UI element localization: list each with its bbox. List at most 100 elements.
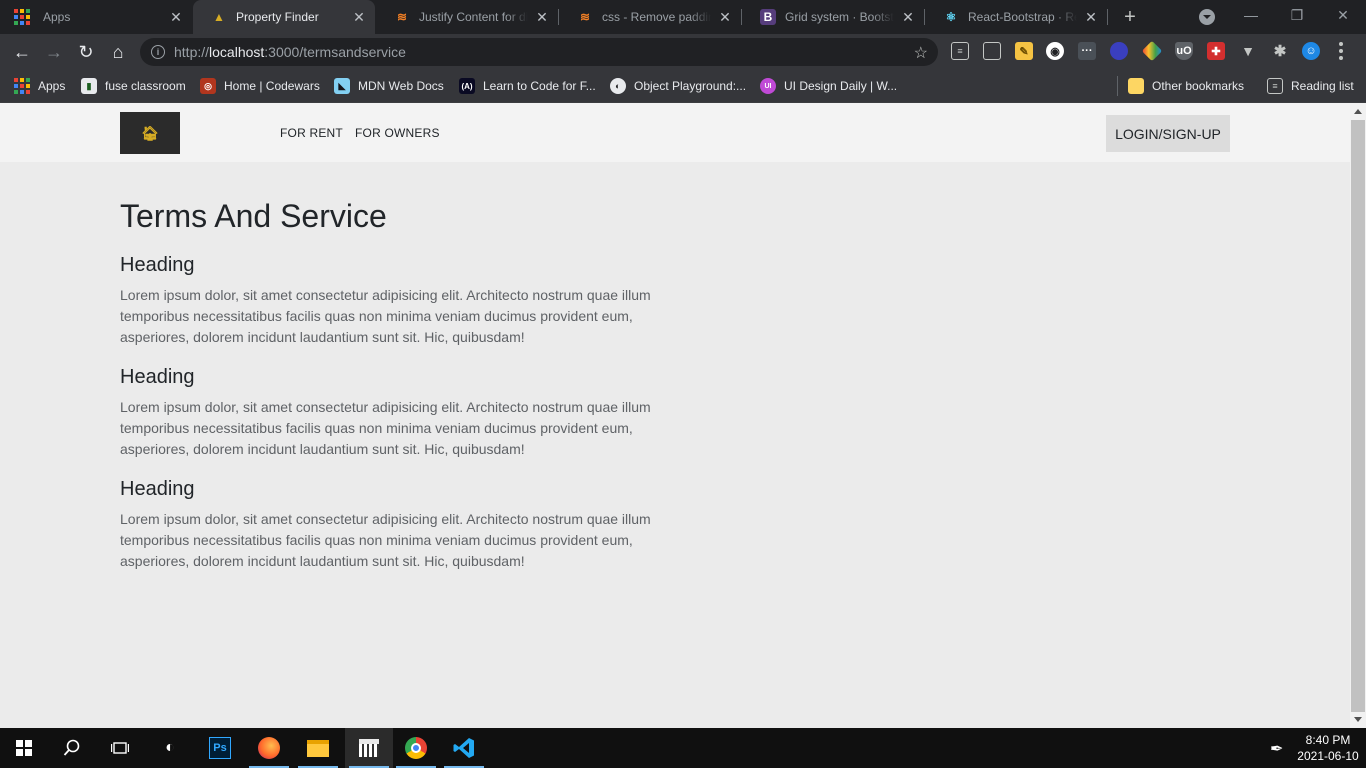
page-viewport: 🏠︎ FOR RENT FOR OWNERS LOGIN/SIGN-UP Ter…	[0, 103, 1350, 728]
bookmark-mdn[interactable]: ◣ MDN Web Docs	[334, 77, 444, 95]
freecodecamp-icon: (A)	[459, 78, 475, 94]
stackoverflow-icon: ≋	[396, 10, 408, 24]
vscode-icon[interactable]	[440, 728, 488, 768]
section-heading: Heading	[120, 366, 195, 388]
bookmark-label: UI Design Daily | W...	[784, 79, 898, 93]
media-app-icon[interactable]	[345, 728, 393, 768]
globe-icon: ◐	[610, 78, 626, 94]
url-text: http://localhost:3000/termsandservice	[174, 44, 406, 60]
bookmark-apps[interactable]: Apps	[14, 77, 65, 95]
scroll-up-icon[interactable]	[1354, 109, 1362, 114]
pen-workspace-icon[interactable]: ✒	[1270, 739, 1283, 759]
chrome-icon[interactable]	[392, 728, 440, 768]
section-body: Lorem ipsum dolor, sit amet consectetur …	[120, 511, 651, 569]
new-tab-button[interactable]: +	[1118, 5, 1142, 29]
bookmark-label: Learn to Code for F...	[483, 79, 596, 93]
page-scrollbar[interactable]	[1350, 103, 1366, 728]
bookmark-other-bookmarks[interactable]: Other bookmarks	[1128, 77, 1244, 95]
close-window-icon[interactable]: ✕	[1320, 0, 1366, 30]
extension-red-icon[interactable]: ✚	[1207, 42, 1225, 60]
bookmark-label: Apps	[38, 79, 66, 93]
ublock-icon[interactable]: uO	[1175, 42, 1193, 60]
tab-search-icon[interactable]	[1199, 9, 1215, 25]
close-tab-icon[interactable]: ✕	[534, 9, 550, 25]
close-tab-icon[interactable]: ✕	[1083, 9, 1099, 25]
extension-vue-icon[interactable]: ▼	[1239, 42, 1257, 60]
back-icon[interactable]: ←	[9, 39, 35, 65]
folder-icon	[1128, 78, 1144, 94]
nav-for-owners[interactable]: FOR OWNERS	[355, 126, 440, 140]
stackoverflow-icon: ≋	[579, 10, 591, 24]
nav-for-rent[interactable]: FOR RENT	[280, 126, 343, 140]
task-view-icon[interactable]	[96, 728, 144, 768]
tab-bootstrap-grid[interactable]: B Grid system · Bootstrap ✕	[742, 0, 924, 34]
forward-icon[interactable]: →	[41, 39, 67, 65]
bookmark-object-playground[interactable]: ◐ Object Playground:...	[610, 77, 746, 95]
tab-strip: Apps ✕ ▲ Property Finder ✕ ≋ Justify Con…	[0, 0, 1366, 34]
react-bootstrap-icon: ⚛	[945, 10, 957, 24]
tab-justify-content[interactable]: ≋ Justify Content for diff ✕	[376, 0, 558, 34]
reader-mode-icon[interactable]: ≡	[951, 42, 969, 60]
system-clock[interactable]: 8:40 PM 2021-06-10	[1296, 732, 1360, 764]
windows-taskbar: ◐ Ps ✒ 8:40 PM 2021-06-10	[0, 728, 1366, 768]
scroll-down-icon[interactable]	[1354, 717, 1362, 722]
windows-start-icon[interactable]	[0, 728, 48, 768]
section-heading: Heading	[120, 478, 195, 500]
clock-date: 2021-06-10	[1297, 749, 1359, 763]
reading-list-icon: ≡	[1267, 78, 1283, 94]
site-navbar: 🏠︎ FOR RENT FOR OWNERS LOGIN/SIGN-UP	[0, 103, 1350, 162]
close-tab-icon[interactable]: ✕	[351, 9, 367, 25]
close-tab-icon[interactable]: ✕	[900, 9, 916, 25]
bookmark-freecodecamp[interactable]: (A) Learn to Code for F...	[459, 77, 596, 95]
screenshot-extension-icon[interactable]: ◉	[1046, 42, 1064, 60]
color-picker-extension-icon[interactable]	[1141, 40, 1163, 62]
section-body: Lorem ipsum dolor, sit amet consectetur …	[120, 399, 651, 457]
reload-icon[interactable]: ↻	[73, 39, 99, 65]
game-app-icon[interactable]: ◐	[146, 728, 194, 768]
logo-mark-icon: 🏠︎	[141, 125, 159, 141]
address-bar[interactable]: i http://localhost:3000/termsandservice …	[140, 38, 938, 66]
search-icon[interactable]	[48, 728, 96, 768]
scrollbar-thumb[interactable]	[1351, 120, 1365, 712]
tab-apps[interactable]: Apps ✕	[0, 0, 192, 34]
tab-title: Justify Content for diff	[419, 10, 528, 24]
tab-react-bootstrap[interactable]: ⚛ React-Bootstrap · React ✕	[925, 0, 1107, 34]
terms-section: Heading Lorem ipsum dolor, sit amet cons…	[120, 478, 680, 572]
profile-avatar[interactable]: ☺	[1302, 42, 1320, 60]
home-icon[interactable]: ⌂	[105, 39, 131, 65]
restore-icon[interactable]: ❐	[1274, 0, 1320, 30]
bookmark-label: Object Playground:...	[634, 79, 747, 93]
notes-extension-icon[interactable]: ✎	[1015, 42, 1033, 60]
photoshop-icon[interactable]: Ps	[196, 728, 244, 768]
login-signup-button[interactable]: LOGIN/SIGN-UP	[1106, 115, 1230, 152]
extension-circle-icon[interactable]	[1110, 42, 1128, 60]
bootstrap-icon: B	[760, 9, 776, 25]
tab-title: Grid system · Bootstrap	[785, 10, 894, 24]
site-info-icon[interactable]: i	[151, 45, 165, 59]
bookmark-ui-design-daily[interactable]: UI UI Design Daily | W...	[760, 77, 897, 95]
picture-in-picture-icon[interactable]	[983, 42, 1001, 60]
tab-property-finder[interactable]: ▲ Property Finder ✕	[193, 0, 375, 34]
bookmark-reading-list[interactable]: ≡ Reading list	[1267, 77, 1354, 95]
file-explorer-icon[interactable]	[294, 728, 342, 768]
bookmark-star-icon[interactable]: ☆	[914, 43, 928, 63]
bookmark-fuse-classroom[interactable]: ▮ fuse classroom	[81, 77, 186, 95]
bookmark-codewars[interactable]: ◎ Home | Codewars	[200, 77, 320, 95]
uidesign-icon: UI	[760, 78, 776, 94]
close-tab-icon[interactable]: ✕	[168, 9, 184, 25]
close-tab-icon[interactable]: ✕	[717, 9, 733, 25]
firefox-icon[interactable]	[245, 728, 293, 768]
tab-css-remove-padding[interactable]: ≋ css - Remove padding ✕	[559, 0, 741, 34]
terms-section: Heading Lorem ipsum dolor, sit amet cons…	[120, 254, 680, 348]
chrome-menu-icon[interactable]	[1338, 42, 1344, 60]
extension-dots-icon[interactable]: ···	[1078, 42, 1096, 60]
tab-title: css - Remove padding	[602, 10, 711, 24]
minimize-icon[interactable]: —	[1228, 0, 1274, 30]
clock-time: 8:40 PM	[1305, 733, 1351, 747]
codewars-icon: ◎	[200, 78, 216, 94]
extensions-puzzle-icon[interactable]: ✱	[1271, 42, 1289, 60]
bookmark-label: Home | Codewars	[224, 79, 320, 93]
apps-grid-icon	[14, 78, 30, 94]
apps-grid-icon	[14, 9, 34, 25]
site-logo[interactable]: 🏠︎	[120, 112, 180, 154]
